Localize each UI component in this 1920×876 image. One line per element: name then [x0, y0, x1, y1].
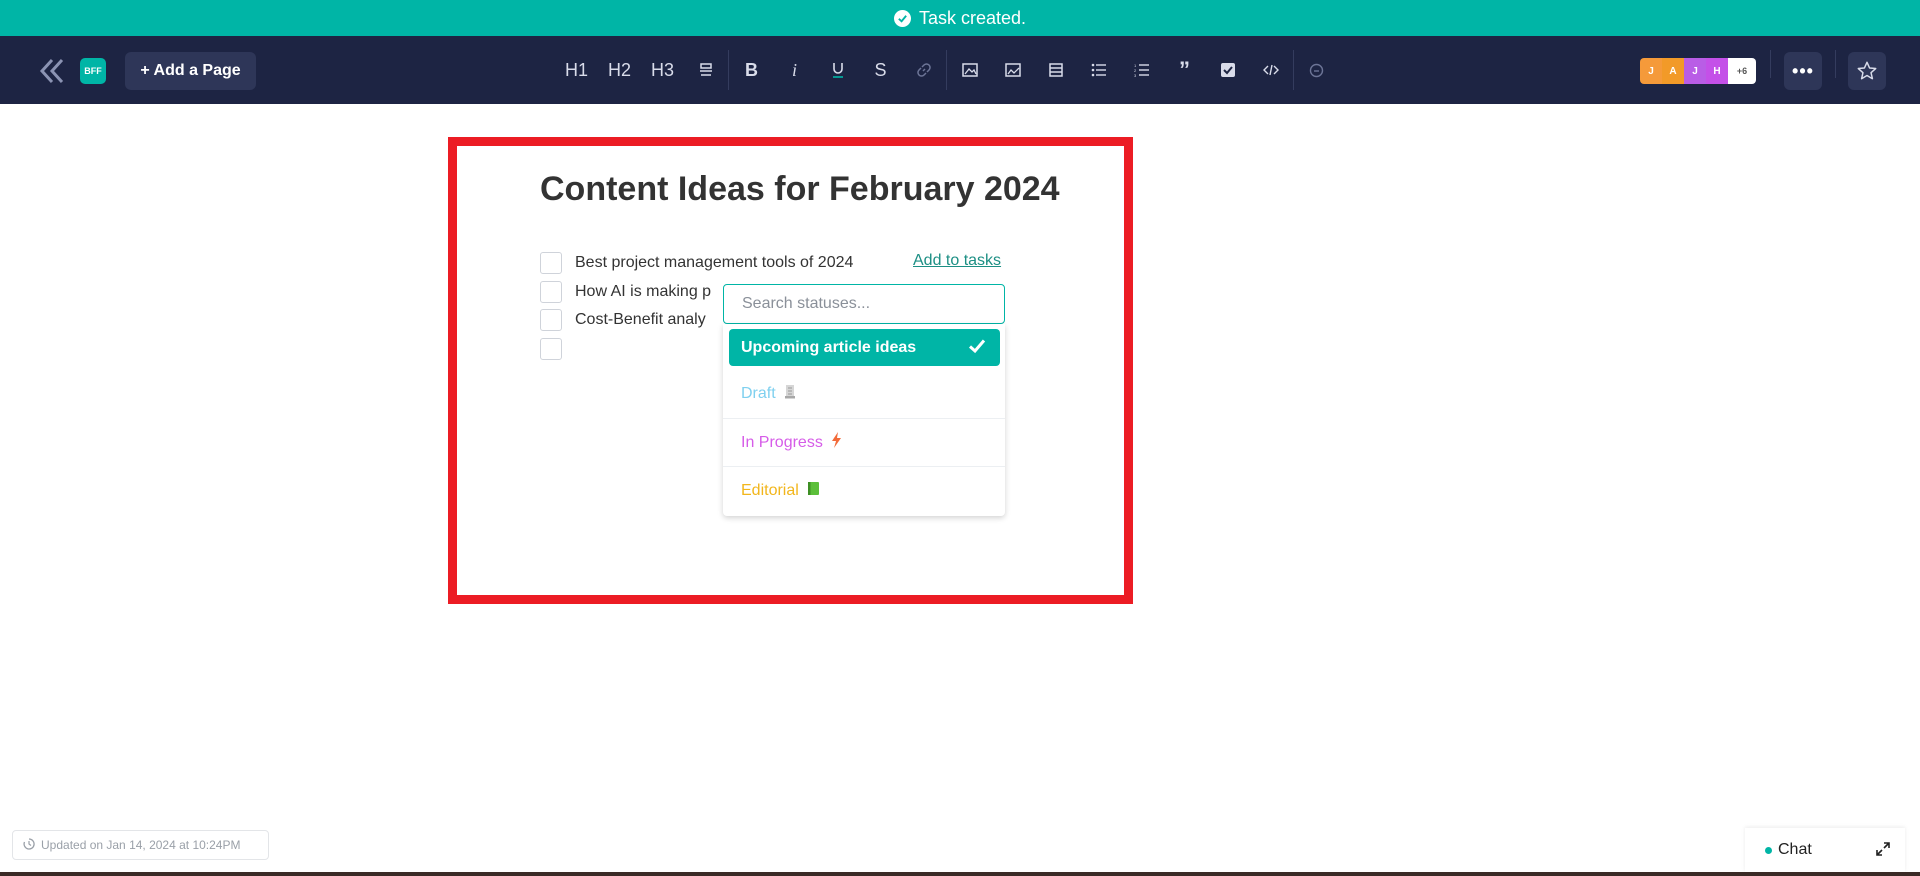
toolbar-divider: [1835, 50, 1836, 78]
online-status-dot: [1765, 846, 1772, 854]
toolbar-divider: [1770, 50, 1771, 78]
checkbox-icon[interactable]: [1206, 50, 1249, 90]
status-search-input[interactable]: [723, 284, 1005, 324]
svg-text:3: 3: [1134, 73, 1137, 77]
star-icon: [1857, 61, 1877, 80]
collapse-sidebar-icon[interactable]: [36, 56, 68, 86]
task-item[interactable]: How AI is making p: [540, 280, 711, 304]
status-option-in-progress[interactable]: In Progress: [723, 418, 1005, 466]
comment-icon[interactable]: [1295, 50, 1338, 90]
underline-icon[interactable]: [816, 50, 859, 90]
media-icon[interactable]: [991, 50, 1034, 90]
heading-3-button[interactable]: H3: [641, 50, 684, 90]
collaborator-avatars[interactable]: J A J H +6: [1640, 58, 1756, 84]
quote-icon[interactable]: ”: [1163, 50, 1206, 90]
history-icon: [23, 837, 35, 853]
status-option-label: In Progress: [741, 433, 823, 451]
workspace-badge[interactable]: BFF: [80, 58, 106, 84]
numbered-list-icon[interactable]: 123: [1120, 50, 1163, 90]
status-option-draft[interactable]: Draft: [723, 370, 1005, 418]
toolbar-divider: [1293, 50, 1294, 90]
status-option-label: Draft: [741, 385, 776, 402]
task-item[interactable]: [540, 337, 575, 361]
toolbar-divider: [946, 50, 947, 90]
task-text[interactable]: Best project management tools of 2024: [575, 254, 853, 272]
chat-widget[interactable]: Chat: [1745, 828, 1905, 872]
add-to-tasks-link[interactable]: Add to tasks: [913, 252, 1001, 270]
scroll-emoji-icon: [784, 384, 796, 404]
status-option-label: Upcoming article ideas: [741, 338, 917, 356]
lightning-emoji-icon: [831, 432, 842, 453]
window-bottom-edge: [0, 872, 1920, 876]
table-icon[interactable]: [1034, 50, 1077, 90]
avatar[interactable]: J: [1684, 58, 1706, 84]
avatar[interactable]: J: [1640, 58, 1662, 84]
more-collaborators-badge[interactable]: +6: [1728, 58, 1756, 84]
last-updated-indicator: Updated on Jan 14, 2024 at 10:24PM: [12, 830, 269, 860]
task-checkbox[interactable]: [540, 309, 562, 331]
code-icon[interactable]: [1249, 50, 1292, 90]
status-option-label: Editorial: [741, 481, 799, 499]
task-checkbox[interactable]: [540, 338, 562, 360]
banner-icon[interactable]: [684, 50, 727, 90]
favorite-star-button[interactable]: [1848, 52, 1886, 90]
strikethrough-icon[interactable]: S: [859, 50, 902, 90]
bulleted-list-icon[interactable]: [1077, 50, 1120, 90]
heading-1-button[interactable]: H1: [555, 50, 598, 90]
more-options-button[interactable]: •••: [1784, 52, 1822, 90]
formatting-toolbar: H1 H2 H3 B i S 123 ”: [555, 50, 1338, 90]
check-circle-icon: [893, 9, 911, 27]
task-created-toast: Task created.: [0, 0, 1920, 36]
toast-message: Task created.: [918, 7, 1027, 28]
chat-label: Chat: [1778, 841, 1812, 858]
task-item[interactable]: Best project management tools of 2024: [540, 251, 853, 275]
avatar[interactable]: A: [1662, 58, 1684, 84]
editor-toolbar: BFF + Add a Page H1 H2 H3 B i S 1 2 3 ”: [0, 36, 1920, 104]
italic-icon[interactable]: i: [773, 50, 816, 90]
green-book-emoji-icon: [807, 481, 820, 501]
task-checkbox[interactable]: [540, 281, 562, 303]
heading-2-button[interactable]: H2: [598, 50, 641, 90]
toolbar-divider: [728, 50, 729, 90]
status-option-editorial[interactable]: Editorial: [723, 466, 1005, 514]
status-dropdown-menu: Upcoming article ideas Draft In Progress…: [723, 324, 1005, 516]
bold-icon[interactable]: B: [730, 50, 773, 90]
task-text[interactable]: Cost-Benefit analy: [575, 311, 706, 329]
task-checkbox[interactable]: [540, 252, 562, 274]
task-text[interactable]: How AI is making p: [575, 283, 711, 301]
expand-icon[interactable]: [1875, 841, 1891, 862]
last-updated-text: Updated on Jan 14, 2024 at 10:24PM: [41, 838, 241, 852]
add-page-button[interactable]: + Add a Page: [125, 52, 256, 90]
avatar[interactable]: H: [1706, 58, 1728, 84]
task-item[interactable]: Cost-Benefit analy: [540, 308, 706, 332]
link-icon[interactable]: [902, 50, 945, 90]
status-option-selected[interactable]: Upcoming article ideas: [729, 329, 1000, 366]
page-title[interactable]: Content Ideas for February 2024: [540, 170, 1060, 209]
checkmark-icon: [968, 338, 986, 359]
image-icon[interactable]: [948, 50, 991, 90]
